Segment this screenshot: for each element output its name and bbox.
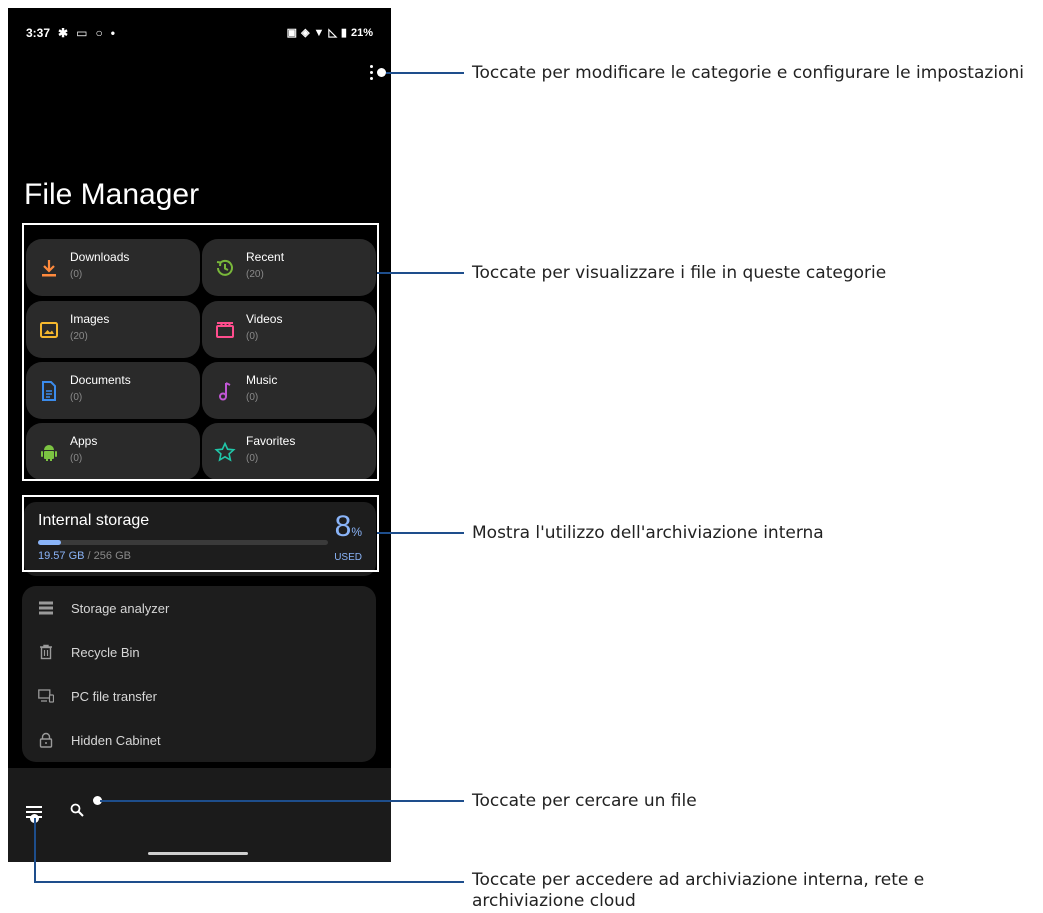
callout-storage: Mostra l'utilizzo dell'archiviazione int… — [472, 523, 824, 543]
tool-label: PC file transfer — [71, 689, 157, 704]
search-icon[interactable] — [70, 803, 84, 817]
tool-recycle-bin[interactable]: Recycle Bin — [22, 630, 376, 674]
status-bar-right: ▣ ◈ ▼ ◺ ▮ 21% — [286, 26, 373, 40]
trash-icon — [40, 644, 52, 660]
settings-notification-icon: ✱ — [58, 26, 69, 40]
bottom-bar — [8, 768, 391, 862]
vibrate-icon: ◈ — [301, 27, 310, 39]
storage-analyzer-icon — [39, 601, 53, 615]
tool-label: Hidden Cabinet — [71, 733, 161, 748]
wifi-icon: ▼ — [313, 26, 325, 39]
tools-list: Storage analyzer Recycle Bin PC file tra… — [22, 586, 376, 762]
nav-callout-vertical-line — [34, 818, 36, 883]
menu-callout-line — [386, 72, 464, 74]
image-notification-icon: ▭ — [76, 26, 88, 40]
storage-callout-line — [377, 532, 464, 534]
more-options-icon[interactable] — [366, 65, 376, 85]
categories-callout-line — [377, 272, 464, 274]
no-signal-icon: ◺ — [328, 27, 337, 39]
tool-label: Storage analyzer — [71, 601, 170, 616]
pc-transfer-icon — [38, 689, 54, 703]
page-title: File Manager — [24, 178, 200, 211]
status-bar-left: 3:37 ✱ ▭ ○ • — [26, 26, 115, 40]
tool-hidden-cabinet[interactable]: Hidden Cabinet — [22, 718, 376, 762]
callout-menu: Toccate per modificare le categorie e co… — [472, 63, 1024, 83]
battery-icon: ▮ — [340, 27, 347, 39]
battery-level: 21% — [350, 26, 373, 39]
callout-categories: Toccate per visualizzare i file in quest… — [472, 263, 887, 283]
storage-highlight-frame — [22, 495, 379, 572]
menu-callout-dot — [377, 68, 386, 77]
nfc-icon: ▣ — [286, 27, 298, 39]
tool-pc-file-transfer[interactable]: PC file transfer — [22, 674, 376, 718]
callout-nav-line2: archiviazione cloud — [472, 891, 636, 911]
nav-callout-horizontal-line — [34, 881, 464, 883]
callout-search: Toccate per cercare un file — [472, 791, 697, 811]
bulb-notification-icon: ○ — [95, 26, 103, 40]
tool-storage-analyzer[interactable]: Storage analyzer — [22, 586, 376, 630]
more-notifications-icon: • — [110, 26, 115, 40]
search-callout-line — [100, 800, 464, 802]
home-indicator[interactable] — [148, 852, 248, 855]
status-time: 3:37 — [26, 26, 51, 40]
tool-label: Recycle Bin — [71, 645, 140, 660]
lock-icon — [39, 732, 53, 748]
categories-highlight-frame — [22, 223, 379, 481]
